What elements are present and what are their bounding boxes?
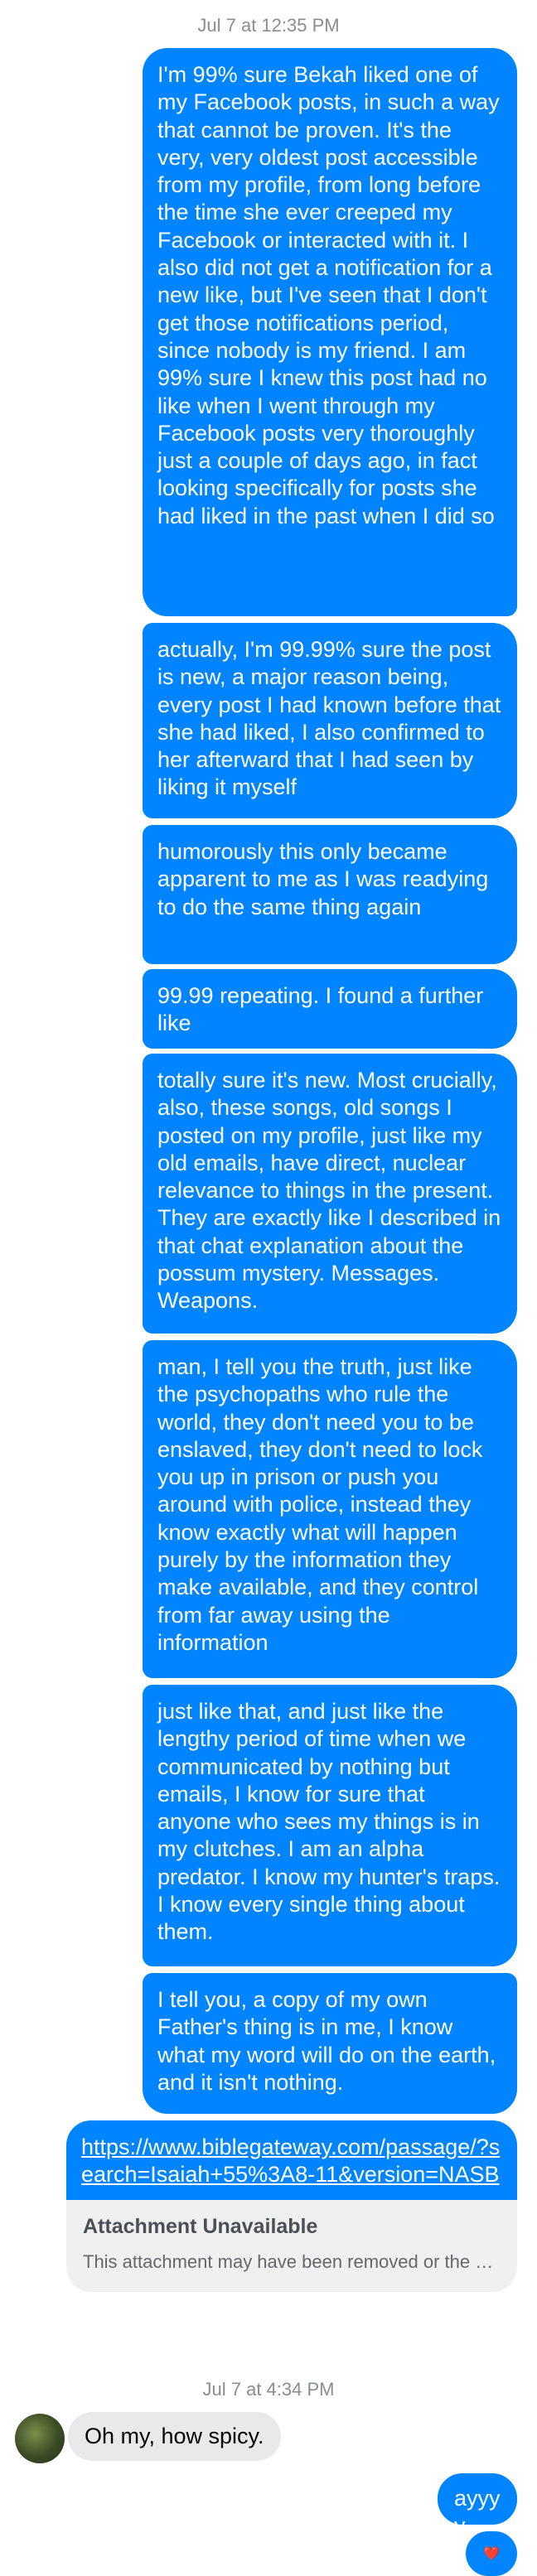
message-bubble[interactable]: I'm 99% sure Bekah liked one of my Faceb… <box>143 48 517 616</box>
attachment-title: Attachment Unavailable <box>83 2215 318 2238</box>
message-bubble[interactable]: just like that, and just like the length… <box>143 1685 517 1966</box>
link-preview[interactable]: https://www.biblegateway.com/passage/?se… <box>66 2120 517 2200</box>
message-bubble[interactable]: actually, I'm 99.99% sure the post is ne… <box>143 623 517 818</box>
attachment-description: This attachment may have been removed or… <box>83 2251 502 2272</box>
reply-bubble[interactable]: ayyyy <box>438 2473 517 2538</box>
message-bubble[interactable]: man, I tell you the truth, just like the… <box>143 1340 517 1678</box>
message-bubble[interactable]: totally sure it's new. Most crucially, a… <box>143 1054 517 1334</box>
link-url[interactable]: https://www.biblegateway.com/passage/?se… <box>81 2135 500 2187</box>
timestamp: Jul 7 at 4:34 PM <box>202 2379 335 2400</box>
link-attachment-card[interactable]: https://www.biblegateway.com/passage/?se… <box>66 2120 517 2292</box>
attachment-unavailable-panel: Attachment Unavailable This attachment m… <box>66 2200 517 2292</box>
message-bubble[interactable]: 99.99 repeating. I found a further like <box>143 969 517 1049</box>
message-bubble[interactable]: I tell you, a copy of my own Father's th… <box>143 1973 517 2114</box>
timestamp: Jul 7 at 12:35 PM <box>197 15 340 36</box>
message-bubble[interactable]: humorously this only became apparent to … <box>143 825 517 964</box>
heart-reaction-icon[interactable]: ❤️ <box>466 2531 517 2576</box>
avatar[interactable] <box>15 2414 65 2463</box>
incoming-message-bubble[interactable]: Oh my, how spicy. <box>68 2412 281 2461</box>
